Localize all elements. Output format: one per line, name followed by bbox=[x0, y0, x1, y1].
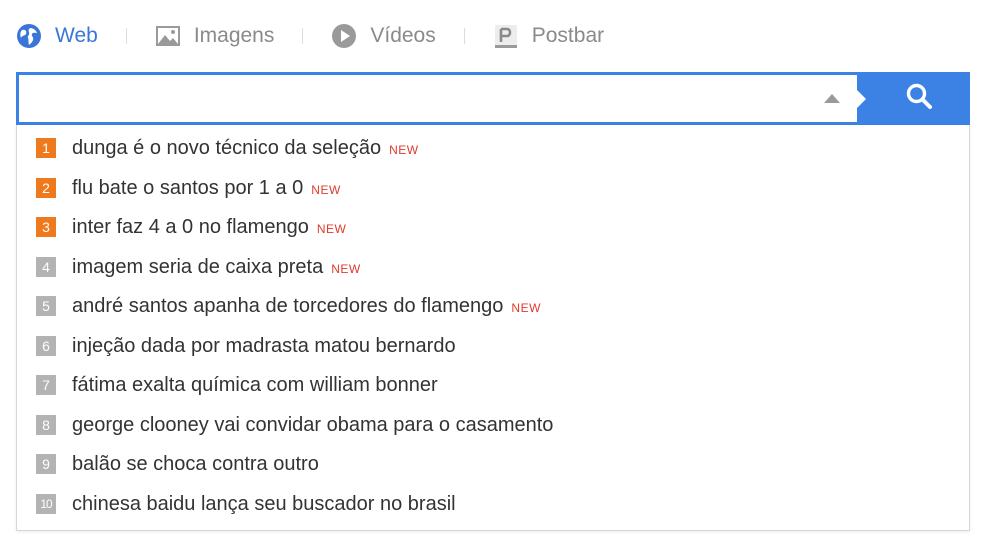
rank-badge: 7 bbox=[36, 375, 56, 395]
suggestion-text: andré santos apanha de torcedores do fla… bbox=[72, 295, 541, 318]
suggestion-text: george clooney vai convidar obama para o… bbox=[72, 414, 553, 437]
suggestion-item[interactable]: 7 fátima exalta química com william bonn… bbox=[17, 365, 969, 405]
suggestion-label: inter faz 4 a 0 no flamengo bbox=[72, 215, 309, 238]
rank-badge: 8 bbox=[36, 415, 56, 435]
new-badge: NEW bbox=[311, 182, 341, 197]
globe-icon bbox=[16, 23, 42, 49]
rank-badge: 2 bbox=[36, 178, 56, 198]
suggestion-item[interactable]: 10 chinesa baidu lança seu buscador no b… bbox=[17, 484, 969, 524]
suggestion-text: imagem seria de caixa preta NEW bbox=[72, 256, 361, 279]
new-badge: NEW bbox=[316, 221, 347, 236]
suggestion-label: andré santos apanha de torcedores do fla… bbox=[72, 294, 504, 317]
tab-divider bbox=[463, 28, 465, 44]
tab-imagens-label: Imagens bbox=[193, 24, 275, 47]
suggestion-item[interactable]: 1 dunga é o novo técnico da seleção NEW bbox=[17, 128, 969, 168]
tab-divider bbox=[125, 28, 127, 44]
rank-badge: 6 bbox=[36, 336, 56, 356]
rank-badge: 4 bbox=[36, 257, 56, 277]
tab-divider bbox=[302, 28, 304, 44]
chevron-up-icon[interactable] bbox=[824, 94, 840, 103]
new-badge: NEW bbox=[331, 261, 361, 276]
suggestion-item[interactable]: 3 inter faz 4 a 0 no flamengo NEW bbox=[17, 207, 969, 247]
new-badge: NEW bbox=[389, 142, 419, 157]
search-icon bbox=[905, 82, 933, 115]
suggestion-label: flu bate o santos por 1 a 0 bbox=[72, 176, 304, 199]
tab-postbar[interactable]: Postbar bbox=[493, 23, 604, 49]
suggestion-item[interactable]: 4 imagem seria de caixa preta NEW bbox=[17, 247, 969, 287]
tab-postbar-label: Postbar bbox=[531, 24, 605, 47]
tab-imagens[interactable]: Imagens bbox=[155, 23, 275, 49]
suggestion-text: dunga é o novo técnico da seleção NEW bbox=[72, 137, 419, 160]
suggestion-dropdown: 1 dunga é o novo técnico da seleção NEW 2… bbox=[16, 125, 970, 531]
suggestion-label: balão se choca contra outro bbox=[72, 452, 319, 475]
suggestion-item[interactable]: 5 andré santos apanha de torcedores do f… bbox=[17, 286, 969, 326]
suggestion-text: flu bate o santos por 1 a 0 NEW bbox=[72, 177, 341, 200]
rank-badge: 5 bbox=[36, 296, 56, 316]
tab-videos-label: Vídeos bbox=[370, 24, 436, 47]
rank-badge: 10 bbox=[36, 494, 56, 514]
rank-badge: 9 bbox=[36, 454, 56, 474]
rank-badge: 1 bbox=[36, 138, 56, 158]
suggestion-label: fátima exalta química com william bonner bbox=[72, 373, 438, 396]
tab-web-label: Web bbox=[55, 24, 98, 47]
suggestion-text: fátima exalta química com william bonner bbox=[72, 374, 438, 397]
suggestion-text: chinesa baidu lança seu buscador no bras… bbox=[72, 493, 456, 516]
input-notch bbox=[857, 90, 866, 108]
suggestion-label: imagem seria de caixa preta bbox=[72, 255, 324, 278]
play-icon bbox=[331, 23, 357, 49]
suggestion-text: balão se choca contra outro bbox=[72, 453, 319, 476]
search-button[interactable] bbox=[868, 72, 970, 125]
suggestion-item[interactable]: 2 flu bate o santos por 1 a 0 NEW bbox=[17, 168, 969, 208]
image-icon bbox=[155, 23, 181, 49]
search-tabs: Web Imagens Vídeos Postbar bbox=[16, 20, 604, 52]
suggestion-item[interactable]: 9 balão se choca contra outro bbox=[17, 444, 969, 484]
suggestion-item[interactable]: 6 injeção dada por madrasta matou bernar… bbox=[17, 326, 969, 366]
suggestion-text: injeção dada por madrasta matou bernardo bbox=[72, 335, 456, 358]
suggestion-label: injeção dada por madrasta matou bernardo bbox=[72, 334, 456, 357]
suggestion-text: inter faz 4 a 0 no flamengo NEW bbox=[72, 216, 346, 239]
suggestion-label: dunga é o novo técnico da seleção bbox=[72, 136, 382, 159]
postbar-icon bbox=[493, 23, 519, 49]
rank-badge: 3 bbox=[36, 217, 56, 237]
suggestion-label: george clooney vai convidar obama para o… bbox=[72, 413, 554, 436]
tab-web[interactable]: Web bbox=[16, 23, 98, 49]
suggestion-label: chinesa baidu lança seu buscador no bras… bbox=[72, 492, 456, 515]
search-bar bbox=[16, 72, 970, 125]
tab-videos[interactable]: Vídeos bbox=[331, 23, 436, 49]
search-input[interactable] bbox=[19, 75, 857, 122]
suggestion-item[interactable]: 8 george clooney vai convidar obama para… bbox=[17, 405, 969, 445]
new-badge: NEW bbox=[511, 300, 541, 315]
